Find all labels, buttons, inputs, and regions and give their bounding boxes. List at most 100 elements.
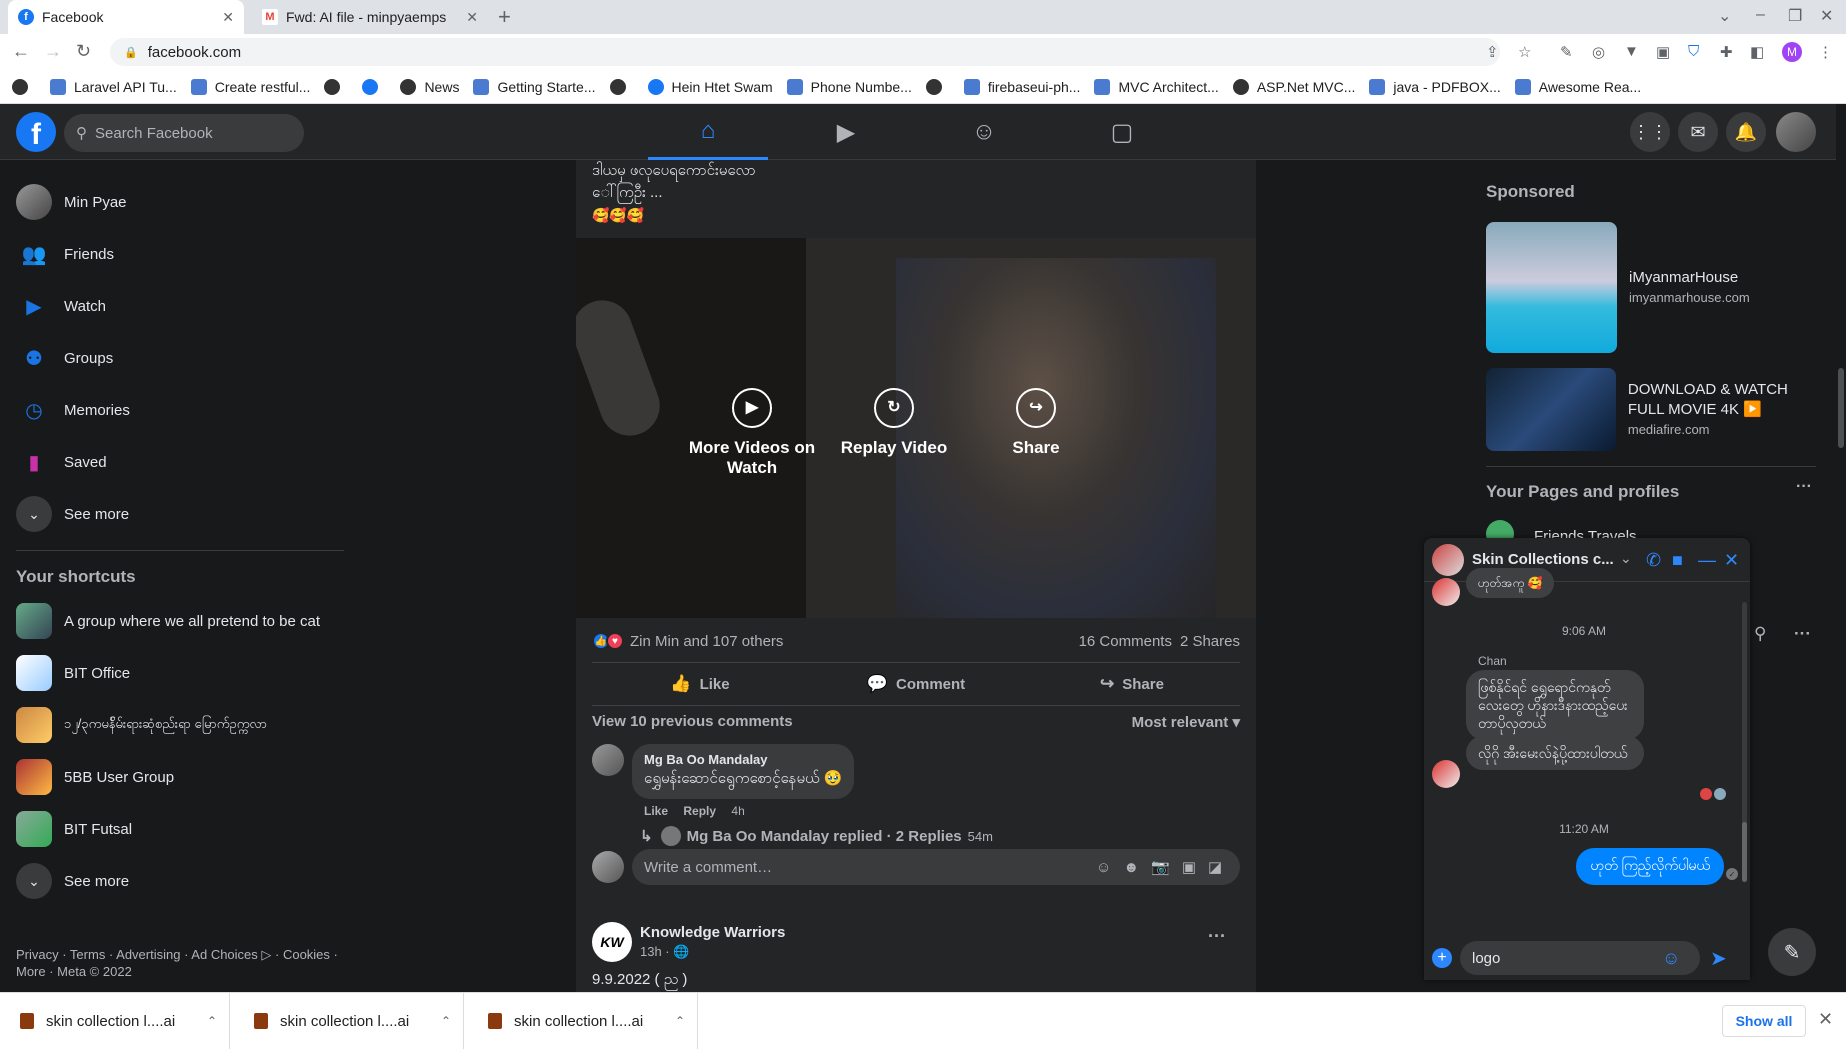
- emoji-icon[interactable]: ☺: [1662, 948, 1680, 969]
- bookmark-item[interactable]: Hein Htet Swam: [647, 78, 773, 95]
- notifications-button[interactable]: 🔔: [1726, 112, 1766, 152]
- extension-icon[interactable]: ▣: [1656, 43, 1670, 61]
- comment-button[interactable]: 💬 Comment: [808, 663, 1024, 705]
- view-replies[interactable]: ↳ Mg Ba Oo Mandalay replied · 2 Replies …: [640, 826, 993, 846]
- bookmark-item[interactable]: [324, 78, 348, 95]
- comment-reply-link[interactable]: Reply: [683, 804, 716, 818]
- sort-dropdown[interactable]: Most relevant ▾: [1132, 713, 1240, 731]
- view-previous-comments[interactable]: View 10 previous comments: [592, 713, 793, 731]
- bookmark-item[interactable]: [362, 78, 386, 95]
- comment-input[interactable]: [644, 858, 1084, 876]
- close-icon[interactable]: ✕: [1724, 550, 1739, 571]
- menu-icon[interactable]: ⋮: [1818, 43, 1833, 61]
- like-button[interactable]: 👍 Like: [592, 663, 808, 705]
- emoji-icon[interactable]: ☻: [1123, 859, 1139, 876]
- chat-title[interactable]: Skin Collections c...: [1472, 551, 1614, 568]
- reactions-summary[interactable]: Zin Min and 107 others: [630, 633, 783, 650]
- chevron-up-icon[interactable]: ⌃: [207, 1014, 217, 1028]
- send-icon[interactable]: ➤: [1710, 946, 1727, 971]
- sticker-icon[interactable]: ◪: [1208, 858, 1222, 876]
- shield-icon[interactable]: ⛉: [1688, 43, 1699, 60]
- minimize-icon[interactable]: –: [1756, 6, 1765, 24]
- extension-icon[interactable]: ◎: [1592, 43, 1605, 61]
- chevron-up-icon[interactable]: ⌃: [675, 1014, 685, 1028]
- page-logo[interactable]: KW: [592, 922, 632, 962]
- minimize-icon[interactable]: —: [1698, 550, 1716, 571]
- messenger-button[interactable]: ✉: [1678, 112, 1718, 152]
- nav-gaming-tab[interactable]: ▢: [1062, 104, 1182, 160]
- more-options-icon[interactable]: ···: [1794, 624, 1811, 644]
- sidebar-item-profile[interactable]: Min Pyae: [8, 176, 348, 228]
- post-author[interactable]: Knowledge Warriors: [640, 924, 785, 941]
- bookmark-item[interactable]: [12, 78, 36, 95]
- shortcuts-see-more[interactable]: ⌄ See more: [8, 855, 348, 907]
- share-button[interactable]: ↪ Share: [1024, 663, 1240, 705]
- sidebar-see-more[interactable]: ⌄ See more: [8, 488, 348, 540]
- extension-icon[interactable]: ✎: [1560, 43, 1573, 61]
- browser-tab-facebook[interactable]: f Facebook ✕: [8, 0, 244, 34]
- comment-like-link[interactable]: Like: [644, 804, 668, 818]
- facebook-logo[interactable]: f: [16, 112, 56, 152]
- bookmark-item[interactable]: Laravel API Tu...: [50, 78, 177, 95]
- search-input[interactable]: [95, 124, 275, 142]
- browser-tab-gmail[interactable]: M Fwd: AI file - minpyaemps ✕: [252, 0, 488, 34]
- more-options-icon[interactable]: ···: [1796, 478, 1812, 496]
- close-tab-icon[interactable]: ✕: [466, 9, 478, 26]
- nav-watch-tab[interactable]: ▶: [786, 104, 906, 160]
- url-field[interactable]: 🔒 facebook.com: [110, 38, 1500, 66]
- reload-icon[interactable]: ↻: [76, 41, 91, 62]
- bookmark-item[interactable]: Phone Numbe...: [786, 78, 912, 95]
- profile-avatar[interactable]: M: [1782, 42, 1802, 62]
- nav-home-tab[interactable]: ⌂: [648, 104, 768, 160]
- sidebar-item-watch[interactable]: ▶ Watch: [8, 280, 348, 332]
- more-videos-button[interactable]: ▶ More Videos on Watch: [672, 388, 832, 478]
- comments-count[interactable]: 16 Comments: [1079, 633, 1172, 650]
- bookmark-item[interactable]: ASP.Net MVC...: [1232, 78, 1355, 95]
- bookmark-item[interactable]: firebaseui-ph...: [963, 78, 1080, 95]
- sidebar-item-memories[interactable]: ◷ Memories: [8, 384, 348, 436]
- share-icon[interactable]: ⇪: [1486, 43, 1499, 61]
- puzzle-icon[interactable]: ✚: [1720, 43, 1733, 61]
- chat-input-box[interactable]: ☺: [1460, 941, 1700, 975]
- avatar-sticker-icon[interactable]: ☺: [1096, 859, 1111, 876]
- nav-groups-tab[interactable]: ☺: [924, 104, 1044, 160]
- bookmark-item[interactable]: News: [400, 78, 459, 95]
- bookmark-star-icon[interactable]: ☆: [1518, 43, 1531, 61]
- close-tab-icon[interactable]: ✕: [222, 9, 234, 26]
- new-tab-icon[interactable]: +: [498, 4, 511, 30]
- menu-grid-button[interactable]: ⋮⋮: [1630, 112, 1670, 152]
- back-icon[interactable]: ←: [12, 41, 30, 62]
- bookmark-item[interactable]: java - PDFBOX...: [1369, 78, 1501, 95]
- close-icon[interactable]: ✕: [1818, 1009, 1833, 1030]
- close-window-icon[interactable]: ✕: [1820, 6, 1833, 26]
- gif-icon[interactable]: ▣: [1182, 858, 1196, 876]
- shortcut-item[interactable]: A group where we all pretend to be cat: [8, 595, 348, 647]
- reaction-icons[interactable]: 👍 ♥: [592, 632, 624, 650]
- video-player[interactable]: ▶ More Videos on Watch ↻ Replay Video ↪ …: [576, 238, 1256, 618]
- chat-scrollbar[interactable]: [1742, 602, 1747, 882]
- shortcut-item[interactable]: BIT Futsal: [8, 803, 348, 855]
- shortcut-item[interactable]: ၁၂/၃ကမန်ိမ်းရားဆုံစည်းရာ မြောက်ဥက္ကလာ: [8, 699, 348, 751]
- comment-author[interactable]: Mg Ba Oo Mandalay: [644, 752, 842, 767]
- bookmark-item[interactable]: [925, 78, 950, 95]
- download-item[interactable]: skin collection l....ai ⌃: [0, 993, 230, 1049]
- share-video-button[interactable]: ↪ Share: [956, 388, 1116, 458]
- replay-video-button[interactable]: ↻ Replay Video: [814, 388, 974, 458]
- search-box[interactable]: ⚲: [64, 114, 304, 152]
- ad-item[interactable]: iMyanmarHouse imyanmarhouse.com: [1486, 222, 1816, 353]
- page-scrollbar[interactable]: [1836, 104, 1846, 992]
- comment-input-box[interactable]: ☺ ☻ 📷 ▣ ◪: [632, 849, 1240, 885]
- footer-links[interactable]: Privacy · Terms · Advertising · Ad Choic…: [16, 946, 346, 980]
- bookmark-item[interactable]: Getting Starte...: [473, 78, 596, 95]
- sidebar-item-saved[interactable]: ▮ Saved: [8, 436, 348, 488]
- scrollbar-thumb[interactable]: [1838, 368, 1844, 448]
- bookmark-item[interactable]: [609, 78, 634, 95]
- shortcut-item[interactable]: 5BB User Group: [8, 751, 348, 803]
- extension-icon[interactable]: ▼: [1624, 43, 1639, 60]
- new-message-button[interactable]: ✎: [1768, 928, 1816, 976]
- sidebar-item-friends[interactable]: 👥 Friends: [8, 228, 348, 280]
- sidebar-item-groups[interactable]: ⚉ Groups: [8, 332, 348, 384]
- tab-search-icon[interactable]: ⌄: [1718, 6, 1731, 26]
- bookmark-item[interactable]: Create restful...: [190, 78, 310, 95]
- forward-icon[interactable]: →: [44, 41, 62, 62]
